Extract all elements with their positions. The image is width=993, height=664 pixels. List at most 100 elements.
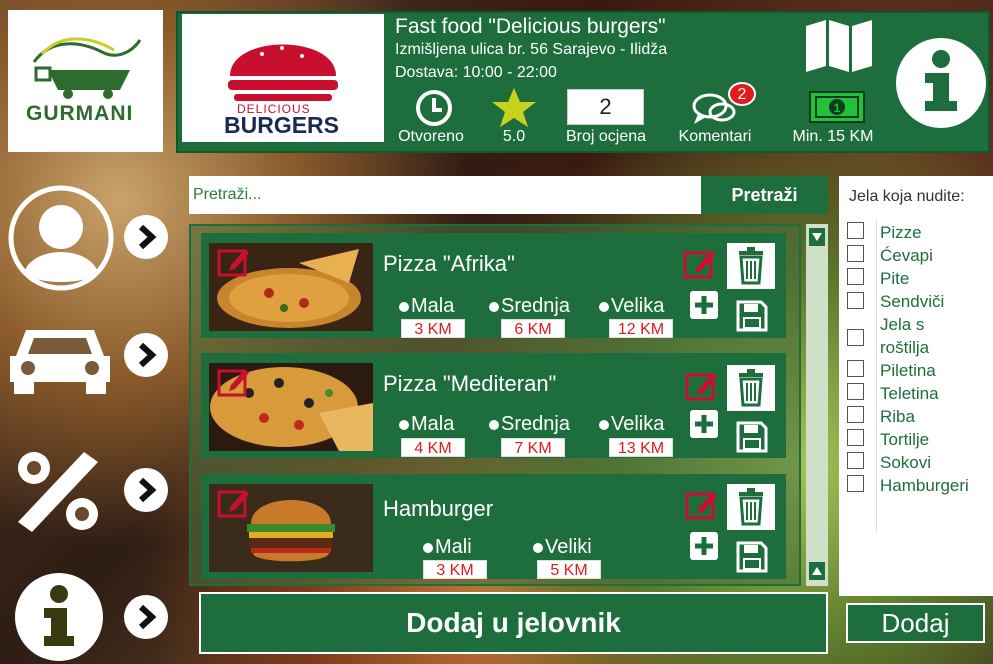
size-option[interactable]: Velika [599,413,664,436]
add-size-button[interactable] [690,410,718,438]
chevron-right-icon [125,216,167,258]
categories-panel: Jela koja nudite: Pizze Ćevapi Pite Send… [839,176,993,596]
category-checkbox[interactable] [847,452,864,469]
edit-image-icon[interactable] [217,488,251,518]
price-field[interactable]: 13 KM [609,438,673,457]
plus-icon [695,296,713,314]
search-button[interactable]: Pretraži [701,176,828,214]
user-icon[interactable] [8,185,114,291]
category-checkbox[interactable] [847,383,864,400]
scroll-down-button[interactable] [809,562,825,580]
category-checkbox[interactable] [847,429,864,446]
category-checkbox[interactable] [847,475,864,492]
category-label: Ćevapi [880,246,933,265]
radio-icon[interactable] [599,301,609,312]
plus-icon [695,415,713,433]
category-checkbox[interactable] [847,292,864,309]
scroll-up-button[interactable] [809,228,825,246]
add-size-button[interactable] [690,532,718,560]
category-label: Teletina [880,384,939,403]
delete-button[interactable] [727,243,775,289]
comments-label: Komentari [678,128,752,145]
delete-button[interactable] [727,365,775,411]
categories-title: Jela koja nudite: [849,188,965,205]
map-icon[interactable] [804,18,874,74]
chevron-right-icon [125,469,167,511]
category-label: Sokovi [880,453,932,472]
radio-icon[interactable] [489,419,499,430]
info-icon[interactable] [895,37,987,129]
category-checkbox[interactable] [847,360,864,377]
add-size-button[interactable] [690,291,718,319]
category-label: Pite [880,269,910,288]
price-field[interactable]: 12 KM [609,319,673,338]
save-icon[interactable] [735,299,769,333]
info-menu-icon[interactable] [14,572,104,662]
price-field[interactable]: 3 KM [423,560,487,579]
menu-item: Hamburger Mali Veliki 3 KM 5 KM [201,474,786,579]
menu-item: Pizza "Mediteran" Mala Srednja Velika 4 … [201,353,786,458]
item-name[interactable]: Pizza "Afrika" [383,251,515,277]
logo-text-bottom: BURGERS [224,112,340,138]
category-checkbox[interactable] [847,222,864,239]
edit-icon[interactable] [685,371,719,401]
price-field[interactable]: 5 KM [537,560,601,579]
category-checkbox[interactable] [847,406,864,423]
status-label: Otvoreno [398,128,464,145]
price-field[interactable]: 3 KM [401,319,465,338]
size-option[interactable]: Velika [599,295,664,318]
add-category-button[interactable]: Dodaj [846,603,985,643]
info-arrow-button[interactable] [124,595,168,639]
edit-icon[interactable] [685,490,719,520]
svg-text:1: 1 [834,101,841,115]
price-field[interactable]: 6 KM [501,319,565,338]
category-checkbox[interactable] [847,245,864,262]
item-name[interactable]: Hamburger [383,496,493,522]
category-label: Jela s roštilja [880,315,930,357]
save-icon[interactable] [735,420,769,454]
profile-arrow-button[interactable] [124,215,168,259]
restaurant-logo: DELICIOUS BURGERS [182,14,384,142]
delivery-arrow-button[interactable] [124,333,168,377]
radio-icon[interactable] [489,301,499,312]
star-icon [492,88,536,127]
category-label: Tortilje [880,430,930,449]
edit-image-icon[interactable] [217,367,251,397]
list-scrollbar[interactable] [806,224,828,586]
logo-text: GURMANI [26,102,134,125]
category-checkbox[interactable] [847,329,864,346]
logo-scooter-icon [32,37,142,99]
search-input[interactable] [189,176,701,214]
category-checkbox[interactable] [847,268,864,285]
car-icon[interactable] [6,320,114,398]
add-to-menu-button[interactable]: Dodaj u jelovnik [199,592,828,654]
size-option[interactable]: Mali [423,536,472,559]
money-icon: 1 [809,91,865,123]
save-icon[interactable] [735,540,769,574]
size-option[interactable]: Mala [399,295,454,318]
edit-icon[interactable] [683,249,717,279]
price-field[interactable]: 4 KM [401,438,465,457]
chevron-right-icon [125,334,167,376]
size-option[interactable]: Veliki [533,536,592,559]
size-option[interactable]: Srednja [489,413,570,436]
radio-icon[interactable] [399,301,409,312]
rating-value: 5.0 [502,128,526,145]
delete-button[interactable] [727,484,775,530]
size-option[interactable]: Mala [399,413,454,436]
discounts-arrow-button[interactable] [124,468,168,512]
radio-icon[interactable] [533,542,543,553]
category-label: Hamburgeri [880,476,969,495]
radio-icon[interactable] [399,419,409,430]
edit-image-icon[interactable] [217,247,251,277]
radio-icon[interactable] [599,419,609,430]
delivery-hours: Dostava: 10:00 - 22:00 [395,64,557,81]
category-label: Piletina [880,361,936,380]
item-name[interactable]: Pizza "Mediteran" [383,371,556,397]
rating-count-label: Broj ocjena [565,128,647,145]
size-option[interactable]: Srednja [489,295,570,318]
radio-icon[interactable] [423,542,433,553]
category-label: Riba [880,407,915,426]
percent-icon[interactable] [14,448,102,534]
price-field[interactable]: 7 KM [501,438,565,457]
